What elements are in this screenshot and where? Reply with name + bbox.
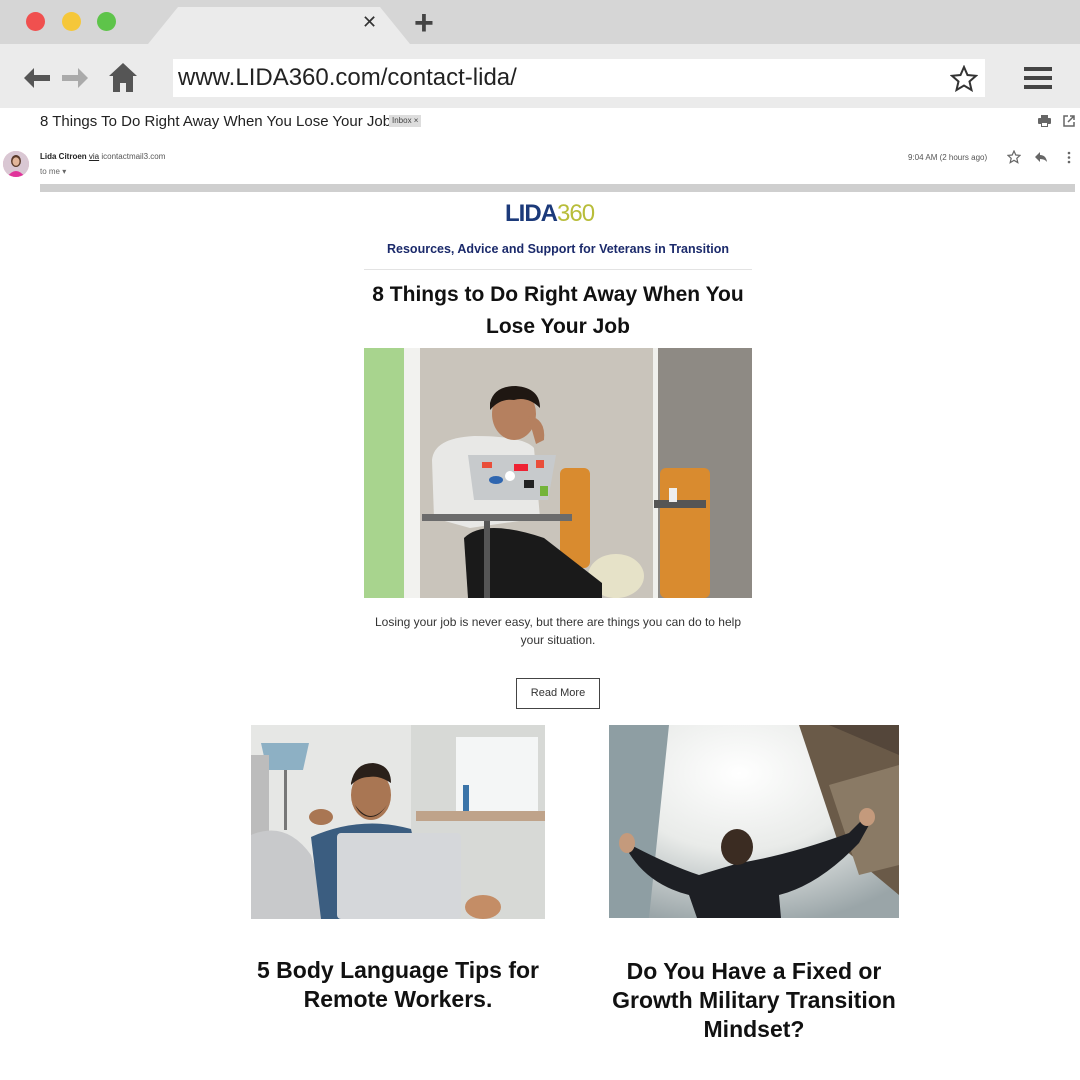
tagline-divider	[364, 269, 752, 270]
print-icon[interactable]	[1038, 115, 1051, 127]
close-tab-icon[interactable]: ✕	[362, 13, 377, 31]
article-title-body-language[interactable]: 5 Body Language Tips for Remote Workers.	[238, 956, 558, 1014]
email-subject: 8 Things To Do Right Away When You Lose …	[40, 113, 392, 130]
home-icon[interactable]	[108, 61, 138, 93]
inbox-label-badge[interactable]: Inbox ×	[389, 115, 422, 127]
more-options-icon[interactable]	[1066, 151, 1072, 164]
feature-article-photo[interactable]	[364, 348, 752, 598]
forward-arrow-icon[interactable]	[60, 66, 90, 90]
sender-line: Lida Citroen via icontactmail3.com	[40, 152, 165, 161]
url-text[interactable]: www.LIDA360.com/contact-lida/	[178, 62, 517, 94]
read-more-button[interactable]: Read More	[516, 678, 600, 709]
email-timestamp: 9:04 AM (2 hours ago)	[908, 153, 988, 162]
menu-icon[interactable]	[1022, 66, 1054, 90]
window-maximize-button[interactable]	[97, 12, 116, 31]
article-photo-body-language[interactable]	[251, 725, 545, 919]
sender-via: via	[88, 152, 100, 161]
article-title-growth-mindset[interactable]: Do You Have a Fixed or Growth Military T…	[594, 957, 914, 1044]
feature-article-excerpt: Losing your job is never easy, but there…	[374, 615, 741, 647]
sender-domain: icontactmail3.com	[101, 152, 166, 161]
back-arrow-icon[interactable]	[22, 66, 52, 90]
new-tab-icon[interactable]: +	[414, 6, 434, 40]
reply-icon[interactable]	[1034, 151, 1048, 163]
feature-article-headline[interactable]: 8 Things to Do Right Away When You Lose …	[354, 279, 762, 343]
open-in-new-window-icon[interactable]	[1063, 115, 1075, 127]
star-icon[interactable]	[1007, 150, 1021, 164]
lida360-logo[interactable]: LIDA360	[505, 200, 595, 228]
window-close-button[interactable]	[26, 12, 45, 31]
sender-avatar	[3, 151, 29, 177]
window-minimize-button[interactable]	[62, 12, 81, 31]
bookmark-star-icon[interactable]	[950, 65, 978, 92]
email-header-separator	[40, 184, 1075, 192]
newsletter-tagline: Resources, Advice and Support for Vetera…	[387, 242, 729, 256]
article-photo-growth-mindset[interactable]	[609, 725, 899, 918]
sender-name: Lida Citroen	[40, 152, 87, 161]
recipient-details-toggle[interactable]: to me ▾	[40, 167, 66, 176]
